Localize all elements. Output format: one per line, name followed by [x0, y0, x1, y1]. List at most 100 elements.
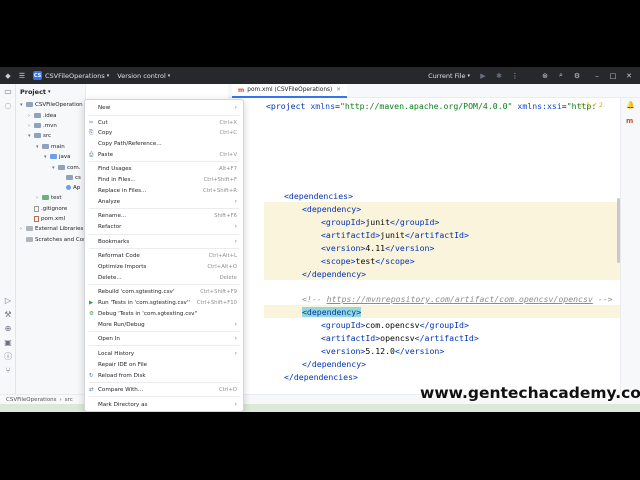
code-line: <groupId>com.opencsv</groupId> [321, 320, 469, 330]
build-tool-icon[interactable]: ⚒ [3, 310, 13, 320]
menu-item-copy[interactable]: ⎘ Copy Ctrl+C [85, 128, 243, 138]
inspection-widget[interactable]: ⚠ 1 ✔ 2 [579, 102, 603, 109]
maven-tool-icon[interactable]: m [626, 117, 633, 125]
code-line: <artifactId>opencsv</artifactId> [321, 333, 479, 343]
menu-item-delete[interactable]: Delete... Delete [85, 273, 243, 283]
tree-item-scratches[interactable]: Scratches and Con [26, 235, 87, 245]
run-config-label: Current File [428, 71, 466, 80]
code-line: <groupId>junit</groupId> [321, 217, 440, 227]
close-icon[interactable]: ✕ [624, 71, 634, 81]
menu-item-bookmarks[interactable]: Bookmarks › [85, 237, 243, 247]
menu-item-run-tests[interactable]: ▶ Run 'Tests in 'com.sgtesting.csv'' Ctrl+… [85, 298, 243, 308]
editor-tab-bar: m pom.xml (CSVFileOperations) ✕ [228, 84, 640, 98]
debug-icon: ⚙ [89, 311, 94, 317]
breadcrumb-project[interactable]: CSVFileOperations [6, 397, 57, 403]
services-tool-icon[interactable]: ⊕ [3, 324, 13, 334]
menu-item-refactor[interactable]: Refactor › [85, 222, 243, 232]
tree-item-label: test [51, 195, 62, 201]
tree-item-pom[interactable]: pom.xml [34, 214, 65, 224]
close-tab-icon[interactable]: ✕ [336, 87, 341, 93]
code-line: </dependency> [302, 269, 367, 279]
menu-item-compare-with[interactable]: ⇄ Compare With... Ctrl+D [85, 385, 243, 395]
menu-item-optimize-imports[interactable]: Optimize Imports Ctrl+Alt+O [85, 262, 243, 272]
tab-pom-xml[interactable]: m pom.xml (CSVFileOperations) ✕ [232, 84, 348, 98]
run-config-selector[interactable]: Current File ▾ [428, 72, 470, 80]
menu-item-replace-in-files[interactable]: Replace in Files... Ctrl+Shift+R [85, 186, 243, 196]
menu-item-repair-ide[interactable]: Repair IDE on File [85, 360, 243, 370]
tree-item-external-libraries[interactable]: › External Libraries [20, 224, 83, 234]
menu-item-debug-tests[interactable]: ⚙ Debug 'Tests in 'com.sgtesting.csv'' [85, 309, 243, 319]
project-tool-icon[interactable]: ▭ [3, 87, 13, 97]
settings-gear-icon[interactable]: ⚙ [572, 71, 582, 81]
tree-item-label: .mvn [43, 123, 57, 129]
vcs-label: Version control [117, 71, 166, 80]
breadcrumb-src[interactable]: src [65, 397, 73, 403]
code-line: <project xmlns="http://maven.apache.org/… [266, 101, 597, 111]
chevron-right-icon: › [234, 223, 237, 230]
git-tool-icon[interactable]: ⑂ [3, 366, 13, 376]
menu-item-reformat-code[interactable]: Reformat Code Ctrl+Alt+L [85, 251, 243, 261]
main-menu-icon[interactable]: ☰ [17, 71, 27, 81]
tree-item-java[interactable]: ▾ java [44, 152, 71, 162]
context-menu: New › ✂ Cut Ctrl+X ⎘ Copy Ctrl+C Copy Path/Re… [84, 99, 244, 412]
menu-item-find-in-files[interactable]: Find in Files... Ctrl+Shift+F [85, 175, 243, 185]
vcs-widget[interactable]: Version control ▾ [117, 72, 170, 80]
menu-item-copy-path[interactable]: Copy Path/Reference... [85, 139, 243, 149]
minimize-icon[interactable]: – [592, 71, 602, 81]
run-tool-icon[interactable]: ▷ [3, 296, 13, 306]
code-line: </dependency> [302, 359, 367, 369]
menu-item-reload-from-disk[interactable]: ↻ Reload from Disk [85, 371, 243, 381]
project-panel-header[interactable]: Project ▾ [16, 84, 85, 99]
tree-item-package[interactable]: ▾ com. [52, 163, 81, 173]
menu-item-local-history[interactable]: Local History › [85, 349, 243, 359]
chevron-down-icon: ▾ [106, 72, 110, 79]
tree-item-main[interactable]: ▾ main [36, 142, 65, 152]
commit-tool-icon[interactable]: ◌ [3, 101, 13, 111]
menu-item-cut[interactable]: ✂ Cut Ctrl+X [85, 118, 243, 128]
maven-file-icon: m [238, 86, 245, 94]
menu-item-paste[interactable]: ⎙ Paste Ctrl+V [85, 150, 243, 160]
paste-icon: ⎙ [89, 152, 94, 158]
menu-item-mark-directory-as[interactable]: Mark Directory as › [85, 400, 243, 410]
code-editor[interactable]: <project xmlns="http://maven.apache.org/… [244, 98, 620, 402]
project-switcher[interactable]: CS CSVFileOperations ▾ [33, 71, 109, 80]
tree-item-idea[interactable]: › .idea [28, 111, 57, 121]
menu-separator [89, 208, 239, 209]
tree-item-app-class[interactable]: Ap [66, 183, 80, 193]
code-line: <scope>test</scope> [321, 256, 415, 266]
debug-icon[interactable]: ✱ [494, 71, 504, 81]
tree-item-root[interactable]: ▾ CSVFileOperation [20, 100, 83, 110]
menu-separator [89, 234, 239, 235]
menu-item-new[interactable]: New › [85, 103, 243, 113]
project-badge: CS [33, 71, 42, 80]
chevron-right-icon: › [234, 401, 237, 408]
run-icon[interactable]: ▶ [478, 71, 488, 81]
search-icon[interactable]: ⌕ [556, 71, 566, 81]
tree-item-mvn[interactable]: › .mvn [28, 121, 57, 131]
copy-icon: ⎘ [89, 130, 94, 136]
chevron-right-icon: › [234, 104, 237, 111]
tree-item-src[interactable]: ▾ src [28, 131, 51, 141]
notifications-icon[interactable]: 🔔 [626, 101, 635, 109]
tree-item-label: pom.xml [41, 216, 66, 222]
tree-item-test[interactable]: › test [36, 193, 62, 203]
chevron-right-icon: › [234, 321, 237, 328]
tree-item-selected[interactable]: cs [66, 173, 81, 183]
tree-item-label: Ap [73, 185, 81, 191]
tree-item-gitignore[interactable]: .gitignore [34, 204, 67, 214]
menu-item-open-in[interactable]: Open In › [85, 334, 243, 344]
code-line: <dependency> [302, 307, 362, 317]
menu-item-rebuild[interactable]: Rebuild 'com.sgtesting.csv' Ctrl+Shift+F9 [85, 287, 243, 297]
maximize-icon[interactable]: □ [608, 71, 618, 81]
menu-item-more-run-debug[interactable]: More Run/Debug › [85, 320, 243, 330]
chevron-right-icon: › [234, 335, 237, 342]
problems-tool-icon[interactable]: ⓘ [3, 352, 13, 362]
more-actions-icon[interactable]: ⋮ [510, 71, 520, 81]
menu-item-rename[interactable]: Rename... Shift+F6 [85, 211, 243, 221]
terminal-tool-icon[interactable]: ▣ [3, 338, 13, 348]
code-with-me-icon[interactable]: ⊛ [540, 71, 550, 81]
menu-separator [89, 382, 239, 383]
code-line: <!-- https://mvnrepository.com/artifact/… [302, 294, 613, 304]
menu-item-find-usages[interactable]: Find Usages Alt+F7 [85, 164, 243, 174]
menu-item-analyze[interactable]: Analyze › [85, 197, 243, 207]
